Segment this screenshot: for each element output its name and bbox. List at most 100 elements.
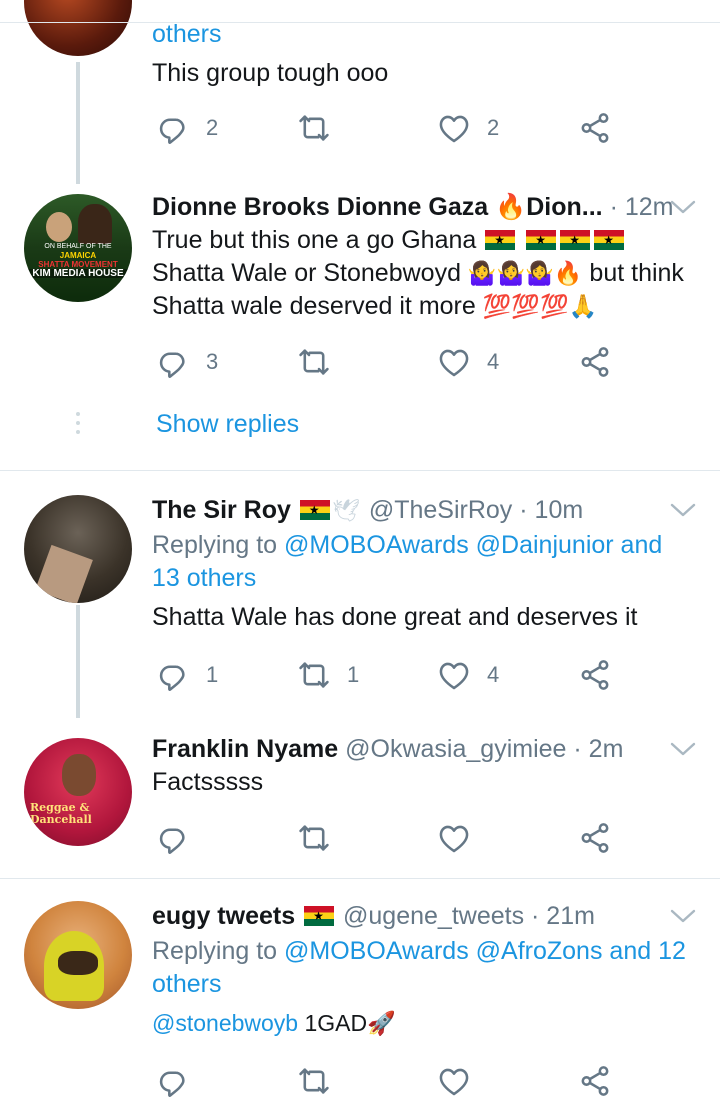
tweet-text: @stonebwoyb 1GAD🚀 <box>152 1010 396 1036</box>
tweet-5[interactable]: eugy tweets @ugene_tweets · 21m Replying… <box>0 879 720 1097</box>
like-button[interactable] <box>437 1061 487 1097</box>
ghana-flag-icon <box>299 500 330 520</box>
user-handle[interactable]: @TheSirRoy <box>369 496 512 524</box>
reply-button[interactable]: 3 <box>156 342 218 382</box>
tweet-1[interactable]: others This group tough ooo 2 2 <box>0 0 720 184</box>
reply-icon <box>156 345 190 379</box>
tweet-text: True but this one a go Ghana Shatta Wale… <box>152 224 696 323</box>
avatar-caption-4: KIM MEDIA HOUSE <box>24 269 132 279</box>
avatar[interactable] <box>24 901 132 1009</box>
tweet-text: This group tough ooo <box>152 59 389 87</box>
tweet-header: Franklin Nyame @Okwasia_gyimiee · 2m <box>152 732 696 766</box>
reply-count: 2 <box>206 115 219 140</box>
share-button[interactable] <box>578 342 612 382</box>
avatar[interactable] <box>24 495 132 603</box>
replying-to: Replying to @MOBOAwards @AfroZons and 12… <box>152 937 686 998</box>
mention-link[interactable]: @stonebwoyb <box>152 1010 298 1036</box>
timestamp[interactable]: · 10m <box>519 496 583 524</box>
chevron-down-icon[interactable] <box>670 502 696 520</box>
avatar[interactable] <box>24 0 132 56</box>
chevron-down-icon[interactable] <box>670 741 696 759</box>
share-button[interactable] <box>578 1061 612 1097</box>
chevron-down-icon[interactable] <box>670 908 696 926</box>
like-icon <box>437 111 471 145</box>
share-icon <box>578 1064 612 1097</box>
retweet-button[interactable]: 1 <box>297 655 359 695</box>
like-button[interactable]: 4 <box>437 342 499 382</box>
share-button[interactable] <box>578 655 612 695</box>
replying-to-others[interactable]: others <box>152 970 221 998</box>
show-replies-link[interactable]: Show replies <box>156 410 299 439</box>
reply-icon <box>156 821 190 855</box>
timestamp[interactable]: · 21m <box>531 902 595 930</box>
avatar-caption-1: ON BEHALF OF THE <box>44 243 112 250</box>
reply-count: 1 <box>206 662 219 687</box>
like-count: 2 <box>487 115 500 140</box>
share-icon <box>578 658 612 692</box>
reply-icon <box>156 658 190 692</box>
tweet-4[interactable]: Reggae & Dancehall Franklin Nyame @Okwas… <box>0 718 720 878</box>
tweet-2[interactable]: ON BEHALF OF THE JAMAICA SHATTA MOVEMENT… <box>0 184 720 470</box>
retweet-icon <box>297 1064 331 1097</box>
display-name[interactable]: Franklin Nyame <box>152 735 338 763</box>
replying-to: Replying to @MOBOAwards @Dainjunior and 1… <box>152 531 663 592</box>
retweet-button[interactable] <box>297 342 347 382</box>
retweet-icon <box>297 658 331 692</box>
avatar-caption-2: JAMAICA <box>59 251 97 260</box>
reply-button[interactable]: 2 <box>156 108 218 148</box>
replying-to-others[interactable]: 13 others <box>152 564 256 592</box>
reply-button[interactable]: 1 <box>156 655 218 695</box>
avatar-caption: Reggae & Dancehall <box>30 801 92 826</box>
retweet-button[interactable] <box>297 1061 347 1097</box>
replying-to-links[interactable]: @MOBOAwards @Dainjunior <box>284 531 614 559</box>
ghana-flag-icon <box>594 230 625 250</box>
ghana-flag-icon <box>304 906 335 926</box>
like-icon <box>437 821 471 855</box>
tweet-text: Factsssss <box>152 768 264 796</box>
reply-count: 3 <box>206 349 219 374</box>
tweet-text: Shatta Wale has done great and deserves … <box>152 603 638 631</box>
retweet-button[interactable] <box>297 818 347 858</box>
avatar[interactable]: ON BEHALF OF THE JAMAICA SHATTA MOVEMENT… <box>24 194 132 302</box>
timestamp[interactable]: · 12m <box>610 193 674 221</box>
tweet-header: The Sir Roy 🕊 @TheSirRoy · 10m <box>152 493 696 527</box>
retweet-icon <box>297 821 331 855</box>
ghana-flag-icon <box>485 230 516 250</box>
retweet-icon <box>297 111 331 145</box>
reply-icon <box>156 111 190 145</box>
like-icon <box>437 345 471 379</box>
like-count: 4 <box>487 662 500 687</box>
like-button[interactable]: 4 <box>437 655 499 695</box>
like-button[interactable]: 2 <box>437 108 499 148</box>
like-button[interactable] <box>437 818 487 858</box>
display-name[interactable]: Dionne Brooks Dionne Gaza 🔥Dion... <box>152 193 603 221</box>
like-count: 4 <box>487 349 500 374</box>
ghana-flag-icon <box>560 230 591 250</box>
display-name[interactable]: The Sir Roy <box>152 496 291 524</box>
user-handle[interactable]: @Okwasia_gyimiee <box>345 735 566 763</box>
thread-line <box>76 62 80 184</box>
tweet-header: Dionne Brooks Dionne Gaza 🔥Dion... · 12m <box>152 190 696 224</box>
thread-line <box>76 605 80 718</box>
like-icon <box>437 1064 471 1097</box>
share-button[interactable] <box>578 818 612 858</box>
retweet-icon <box>297 345 331 379</box>
thread-dots <box>76 412 80 439</box>
reply-button[interactable] <box>156 818 206 858</box>
timestamp[interactable]: · 2m <box>573 735 623 763</box>
top-divider <box>0 22 720 23</box>
replying-to-links[interactable]: @MOBOAwards @AfroZons <box>284 937 602 965</box>
display-name[interactable]: eugy tweets <box>152 902 295 930</box>
avatar[interactable]: Reggae & Dancehall <box>24 738 132 846</box>
share-icon <box>578 111 612 145</box>
share-icon <box>578 345 612 379</box>
dove-icon: 🕊 <box>331 498 360 523</box>
tweet-3[interactable]: The Sir Roy 🕊 @TheSirRoy · 10m Replying … <box>0 471 720 718</box>
retweet-button[interactable] <box>297 108 347 148</box>
reply-button[interactable] <box>156 1061 206 1097</box>
share-button[interactable] <box>578 108 612 148</box>
ghana-flag-icon <box>526 230 557 250</box>
chevron-down-icon[interactable] <box>670 199 696 217</box>
tweet-header: eugy tweets @ugene_tweets · 21m <box>152 899 696 933</box>
user-handle[interactable]: @ugene_tweets <box>343 902 524 930</box>
